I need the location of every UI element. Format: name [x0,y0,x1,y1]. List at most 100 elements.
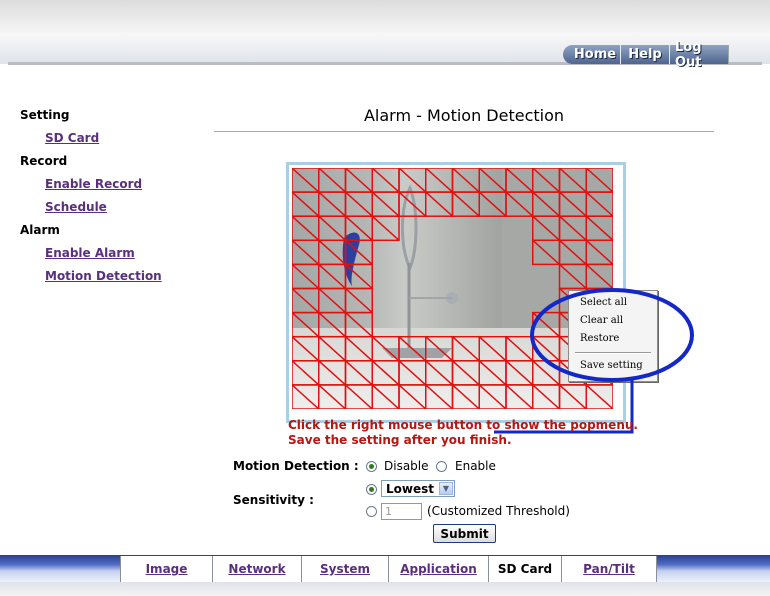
grid-cell-diagonal [344,384,373,409]
disable-radio[interactable] [366,461,377,472]
grid-cell-diagonal [292,312,320,338]
help-button[interactable]: Help [620,45,669,64]
grid-cell-diagonal [451,168,480,193]
grid-cell-diagonal [425,360,454,386]
sidebar-item-enable-record[interactable]: Enable Record [45,177,142,191]
grid-cell-diagonal [451,360,480,386]
grid-cell-diagonal [371,336,400,362]
grid-cell-diagonal [318,360,347,386]
grid-cell-diagonal [398,384,427,409]
grid-cell-diagonal [318,384,347,409]
threshold-label: (Customized Threshold) [427,504,570,518]
footer-band [0,582,770,596]
enable-radio[interactable] [436,461,447,472]
grid-cell-diagonal [371,384,400,409]
grid-cell-diagonal [318,263,347,290]
grid-cell-diagonal [558,191,587,217]
grid-cell-diagonal [344,336,373,362]
grid-cell-diagonal [585,215,613,241]
grid-cell-diagonal [292,191,320,217]
grid-cell-diagonal [425,168,454,193]
threshold-input[interactable]: 1 [381,503,422,520]
grid-cell-diagonal [558,215,587,241]
grid-cell-diagonal [398,168,427,193]
grid-cell-diagonal [532,336,561,362]
grid-cell-diagonal [292,360,320,386]
sensitivity-select-value: Lowest [386,482,434,496]
grid-cell-diagonal [478,384,507,409]
sensitivity-preset-radio[interactable] [366,484,377,495]
grid-cell-diagonal [585,168,613,193]
menu-item-save-setting[interactable]: Save setting [580,360,643,371]
home-button[interactable]: Home [563,45,620,64]
sidebar-item-enable-alarm[interactable]: Enable Alarm [45,246,135,260]
grid-cell-diagonal [318,239,347,265]
grid-cell-diagonal [292,336,320,362]
tab-image[interactable]: Image [120,556,212,582]
grid-cell-diagonal [292,384,320,409]
logout-button[interactable]: Log Out [669,40,729,70]
custom-threshold-radio[interactable] [366,506,377,517]
grid-cell-diagonal [398,191,427,217]
grid-cell-diagonal [292,168,320,193]
enable-label: Enable [455,459,496,473]
grid-cell-diagonal [292,239,320,265]
sidebar-item-motion-detection[interactable]: Motion Detection [45,269,162,283]
disable-label: Disable [384,459,429,473]
grid-cell-diagonal [451,384,480,409]
grid-cell-diagonal [478,191,507,217]
menu-separator [575,352,651,354]
grid-cell-diagonal [505,191,534,217]
tab-pan-tilt[interactable]: Pan/Tilt [561,556,657,582]
hint-popmenu: Click the right mouse button to show the… [288,418,638,432]
detection-grid-overlay[interactable] [292,168,613,409]
tab-sd-card[interactable]: SD Card [488,556,561,582]
submit-button[interactable]: Submit [433,524,496,543]
menu-item-select-all[interactable]: Select all [580,297,627,308]
grid-cell-diagonal [344,239,373,265]
title-divider [214,131,714,132]
sidebar-item-schedule[interactable]: Schedule [45,200,107,214]
grid-cell-diagonal [505,168,534,193]
grid-cell-diagonal [398,360,427,386]
grid-cell-diagonal [451,191,480,217]
grid-cell-diagonal [532,360,561,386]
grid-cell-diagonal [532,239,561,265]
grid-cell-diagonal [558,239,587,265]
grid-cell-diagonal [558,168,587,193]
sidebar-heading-alarm: Alarm [20,223,60,237]
grid-cell-diagonal [558,384,587,409]
grid-cell-diagonal [344,360,373,386]
sensitivity-select[interactable]: Lowest ▼ [381,480,455,497]
tab-system[interactable]: System [301,556,388,582]
menu-item-restore[interactable]: Restore [580,333,619,344]
grid-cell-diagonal [371,191,400,217]
tab-network[interactable]: Network [212,556,301,582]
grid-cell-diagonal [532,215,561,241]
grid-cell-diagonal [292,263,320,290]
grid-cell-diagonal [344,287,373,314]
grid-cell-diagonal [478,336,507,362]
grid-cell-diagonal [451,336,480,362]
tab-application[interactable]: Application [388,556,488,582]
grid-cell-diagonal [505,384,534,409]
grid-cell-diagonal [371,360,400,386]
chevron-down-icon[interactable]: ▼ [439,482,453,495]
sidebar-heading-setting: Setting [20,108,70,122]
grid-cell-diagonal [398,336,427,362]
grid-cell-diagonal [292,215,320,241]
grid-cell-diagonal [478,360,507,386]
grid-cell-diagonal [318,168,347,193]
grid-cell-diagonal [344,263,373,290]
sidebar-heading-record: Record [20,154,68,168]
grid-cell-diagonal [371,215,400,241]
grid-cell-diagonal [344,168,373,193]
grid-cell-diagonal [532,384,561,409]
grid-cell-diagonal [532,168,561,193]
menu-item-clear-all[interactable]: Clear all [580,315,623,326]
grid-cell-diagonal [318,336,347,362]
grid-cell-diagonal [505,360,534,386]
sidebar-item-sd-card[interactable]: SD Card [45,131,99,145]
motion-detection-grid[interactable] [292,168,613,409]
grid-cell-diagonal [425,336,454,362]
